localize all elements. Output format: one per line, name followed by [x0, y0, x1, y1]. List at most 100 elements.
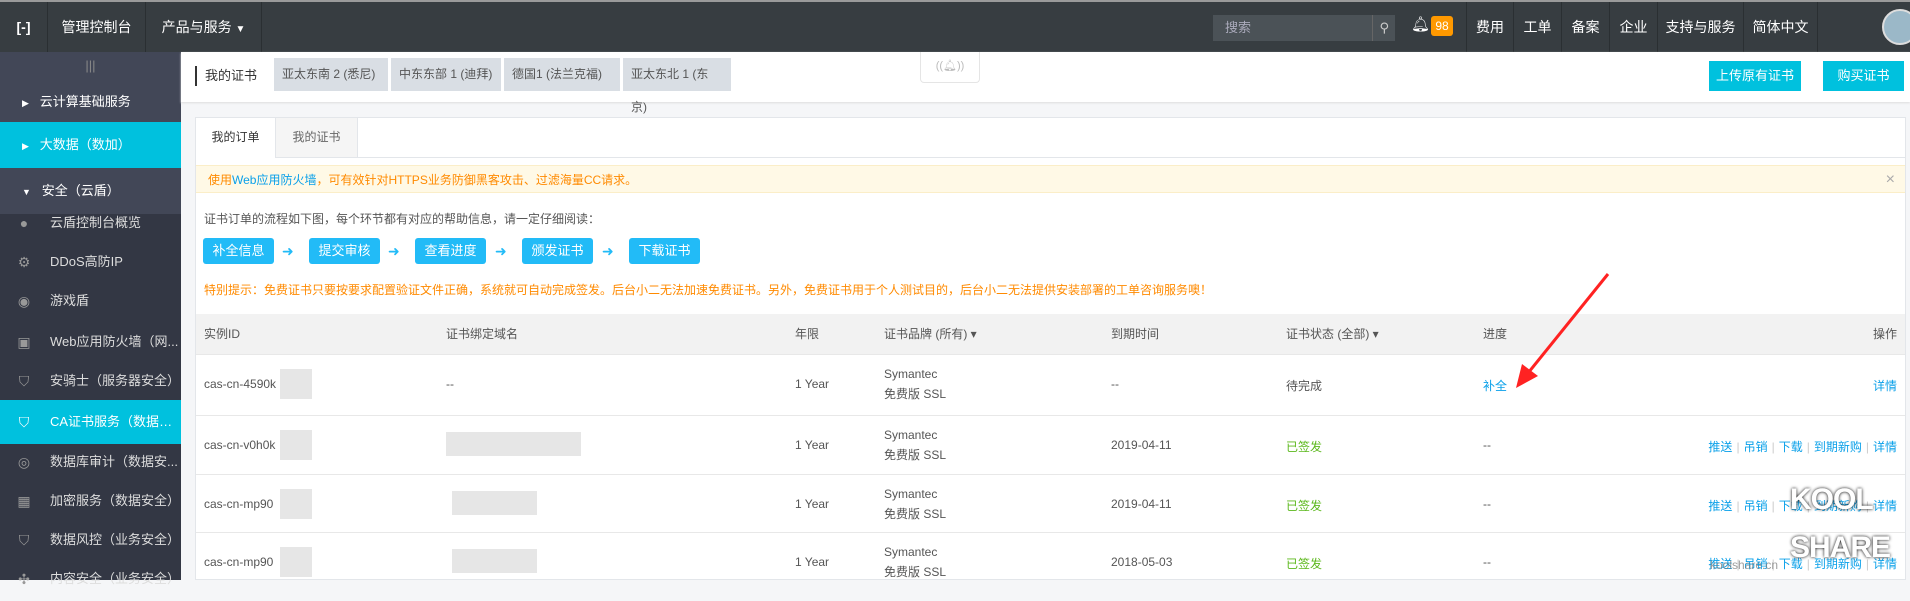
revoke-link[interactable]: 吊销 — [1744, 499, 1768, 513]
region-sydney[interactable]: 亚太东南 2 (悉尼) — [274, 58, 388, 91]
certificate-icon: ⛉ — [18, 414, 30, 430]
buy-certificate-button[interactable]: 购买证书 — [1823, 61, 1904, 91]
shield-icon: ⛉ — [18, 373, 30, 389]
nav-enterprise[interactable]: 企业 — [1610, 2, 1658, 52]
koolshare-watermark: KOOL SHARE — [1790, 483, 1891, 564]
status: 已签发 — [1286, 557, 1323, 571]
sidebar-toggle[interactable]: ||| — [0, 52, 181, 79]
step-issue-certificate[interactable]: 颁发证书 — [522, 238, 593, 264]
region-tokyo[interactable]: 亚太东北 1 (东京) — [623, 58, 731, 114]
step-submit-review[interactable]: 提交审核 — [309, 238, 380, 264]
bell-icon[interactable]: 🔔︎ — [1411, 15, 1430, 33]
step-complete-info[interactable]: 补全信息 — [203, 238, 274, 264]
brand: Symantec — [884, 487, 938, 501]
step-download-certificate[interactable]: 下载证书 — [629, 238, 700, 264]
arrow-right-icon: ➜ — [495, 243, 507, 259]
item-label: 数据风控（业务安全） — [50, 532, 181, 547]
special-notice: 特别提示：免费证书只要按要求配置验证文件正确，系统就可自动完成签发。后台小二无法… — [204, 283, 1213, 297]
progress: -- — [1483, 555, 1491, 569]
upload-certificate-button[interactable]: 上传原有证书 — [1709, 61, 1801, 91]
table-row: cas-cn-mp90 1 Year Symantec 免费版 SSL 2018-05-… — [196, 532, 1905, 592]
sidebar-group-bigdata[interactable]: ▶ 大数据（数加） — [0, 122, 181, 168]
caret-down-icon: ▼ — [22, 187, 31, 197]
sidebar-item-risk[interactable]: ⛉ 数据风控（业务安全） — [0, 518, 181, 562]
search-icon[interactable]: ⚲ — [1372, 15, 1389, 41]
notification-pull-tab[interactable]: ((🔔︎)) — [920, 52, 980, 83]
sidebar-item-ddos[interactable]: ⚙ DDoS高防IP — [0, 240, 181, 284]
expire-date: 2019-04-11 — [1111, 438, 1172, 452]
item-label: 加密服务（数据安全） — [50, 493, 181, 508]
game-icon: ◉ — [17, 293, 31, 309]
group-label: 安全（云盾） — [41, 183, 120, 198]
details-link[interactable]: 详情 — [1873, 440, 1897, 454]
col-status-filter[interactable]: 证书状态 (全部) ▾ — [1286, 314, 1379, 354]
sidebar-item-content[interactable]: ✣ 内容安全（业务安全） — [0, 557, 181, 601]
sidebar-item-ca[interactable]: ⛉ CA证书服务（数据安... — [0, 400, 181, 444]
sidebar-item-db-audit[interactable]: ◎ 数据库审计（数据安... — [0, 440, 181, 484]
status: 待完成 — [1286, 379, 1323, 393]
nav-tickets[interactable]: 工单 — [1514, 2, 1562, 52]
col-brand-filter[interactable]: 证书品牌 (所有) ▾ — [884, 314, 977, 354]
sidebar-item-waf[interactable]: ▣ Web应用防火墙（网... — [0, 320, 181, 364]
console-link[interactable]: 管理控制台 — [48, 2, 146, 52]
watermark-line2: SHARE — [1790, 531, 1891, 564]
col-id: 实例ID — [204, 327, 241, 341]
item-label: DDoS高防IP — [50, 254, 123, 269]
cert-type: 免费版 SSL — [884, 507, 947, 521]
download-link[interactable]: 下载 — [1779, 440, 1803, 454]
sidebar-item-encryption[interactable]: ▦ 加密服务（数据安全） — [0, 479, 181, 523]
avatar[interactable] — [1882, 9, 1910, 45]
lock-icon: ▦ — [17, 493, 31, 509]
nav-language[interactable]: 简体中文 — [1744, 2, 1818, 52]
caret-down-icon: ▼ — [235, 24, 246, 35]
products-menu[interactable]: 产品与服务 ▼ — [146, 2, 262, 52]
brand: Symantec — [884, 367, 938, 381]
cert-type: 免费版 SSL — [884, 565, 947, 579]
tab-my-certificates[interactable]: 我的证书 — [276, 118, 358, 157]
item-label: 游戏盾 — [50, 293, 90, 308]
watermark-line1: KOOL — [1790, 483, 1874, 516]
nav-billing[interactable]: 费用 — [1466, 2, 1514, 52]
flow-intro: 证书订单的流程如下图，每个环节都有对应的帮助信息，请一定仔细阅读： — [204, 212, 601, 226]
nav-icp[interactable]: 备案 — [1562, 2, 1610, 52]
row-actions: 推送 | 吊销 | 下载 | 到期新购 | 详情 — [1708, 438, 1897, 455]
years: 1 Year — [795, 555, 830, 569]
status: 已签发 — [1286, 499, 1323, 513]
search-input[interactable]: 搜索 ⚲ — [1213, 15, 1395, 41]
dot-icon: ● — [19, 215, 29, 231]
group-label: 大数据（数加） — [39, 137, 131, 152]
row-actions: 详情 — [1873, 377, 1897, 394]
separator: | — [1736, 440, 1740, 454]
caret-right-icon: ▶ — [22, 98, 29, 108]
details-link[interactable]: 详情 — [1873, 379, 1897, 393]
nav-support[interactable]: 支持与服务 — [1658, 2, 1744, 52]
renew-link[interactable]: 到期新购 — [1814, 440, 1862, 454]
instance-id: cas-cn-mp90 — [204, 497, 274, 511]
region-frankfurt[interactable]: 德国1 (法兰克福) — [504, 58, 620, 91]
instance-id: cas-cn-4590k — [204, 377, 277, 391]
revoke-link[interactable]: 吊销 — [1744, 440, 1768, 454]
gear-icon: ⚙ — [17, 254, 31, 270]
separator: | — [1771, 440, 1775, 454]
col-actions: 操作 — [1872, 327, 1897, 341]
sidebar-group-cloud[interactable]: ▶ 云计算基础服务 — [0, 79, 181, 125]
tab-my-orders[interactable]: 我的订单 — [196, 118, 276, 158]
redacted-block — [280, 547, 312, 577]
item-label: Web应用防火墙（网... — [50, 334, 179, 349]
push-link[interactable]: 推送 — [1708, 440, 1732, 454]
bell-icon: ((🔔︎)) — [935, 60, 965, 72]
push-link[interactable]: 推送 — [1708, 499, 1732, 513]
domain: -- — [446, 377, 454, 391]
group-label: 云计算基础服务 — [39, 94, 131, 109]
table-row: cas-cn-4590k -- 1 Year Symantec 免费版 SSL -- 待完成… — [196, 354, 1905, 414]
sidebar-item-aegis[interactable]: ⛉ 安骑士（服务器安全） — [0, 359, 181, 403]
aliyun-logo-icon[interactable]: [-] — [0, 2, 48, 52]
region-dubai[interactable]: 中东东部 1 (迪拜) — [391, 58, 501, 91]
sidebar-item-game-shield[interactable]: ◉ 游戏盾 — [0, 279, 181, 323]
redacted-block — [280, 489, 312, 519]
years: 1 Year — [795, 497, 830, 511]
waf-link[interactable]: Web应用防火墙 — [232, 173, 316, 187]
step-check-progress[interactable]: 查看进度 — [415, 238, 486, 264]
close-icon[interactable]: × — [1886, 166, 1895, 194]
sidebar-item-overview[interactable]: ● 云盾控制台概览 — [0, 201, 181, 245]
